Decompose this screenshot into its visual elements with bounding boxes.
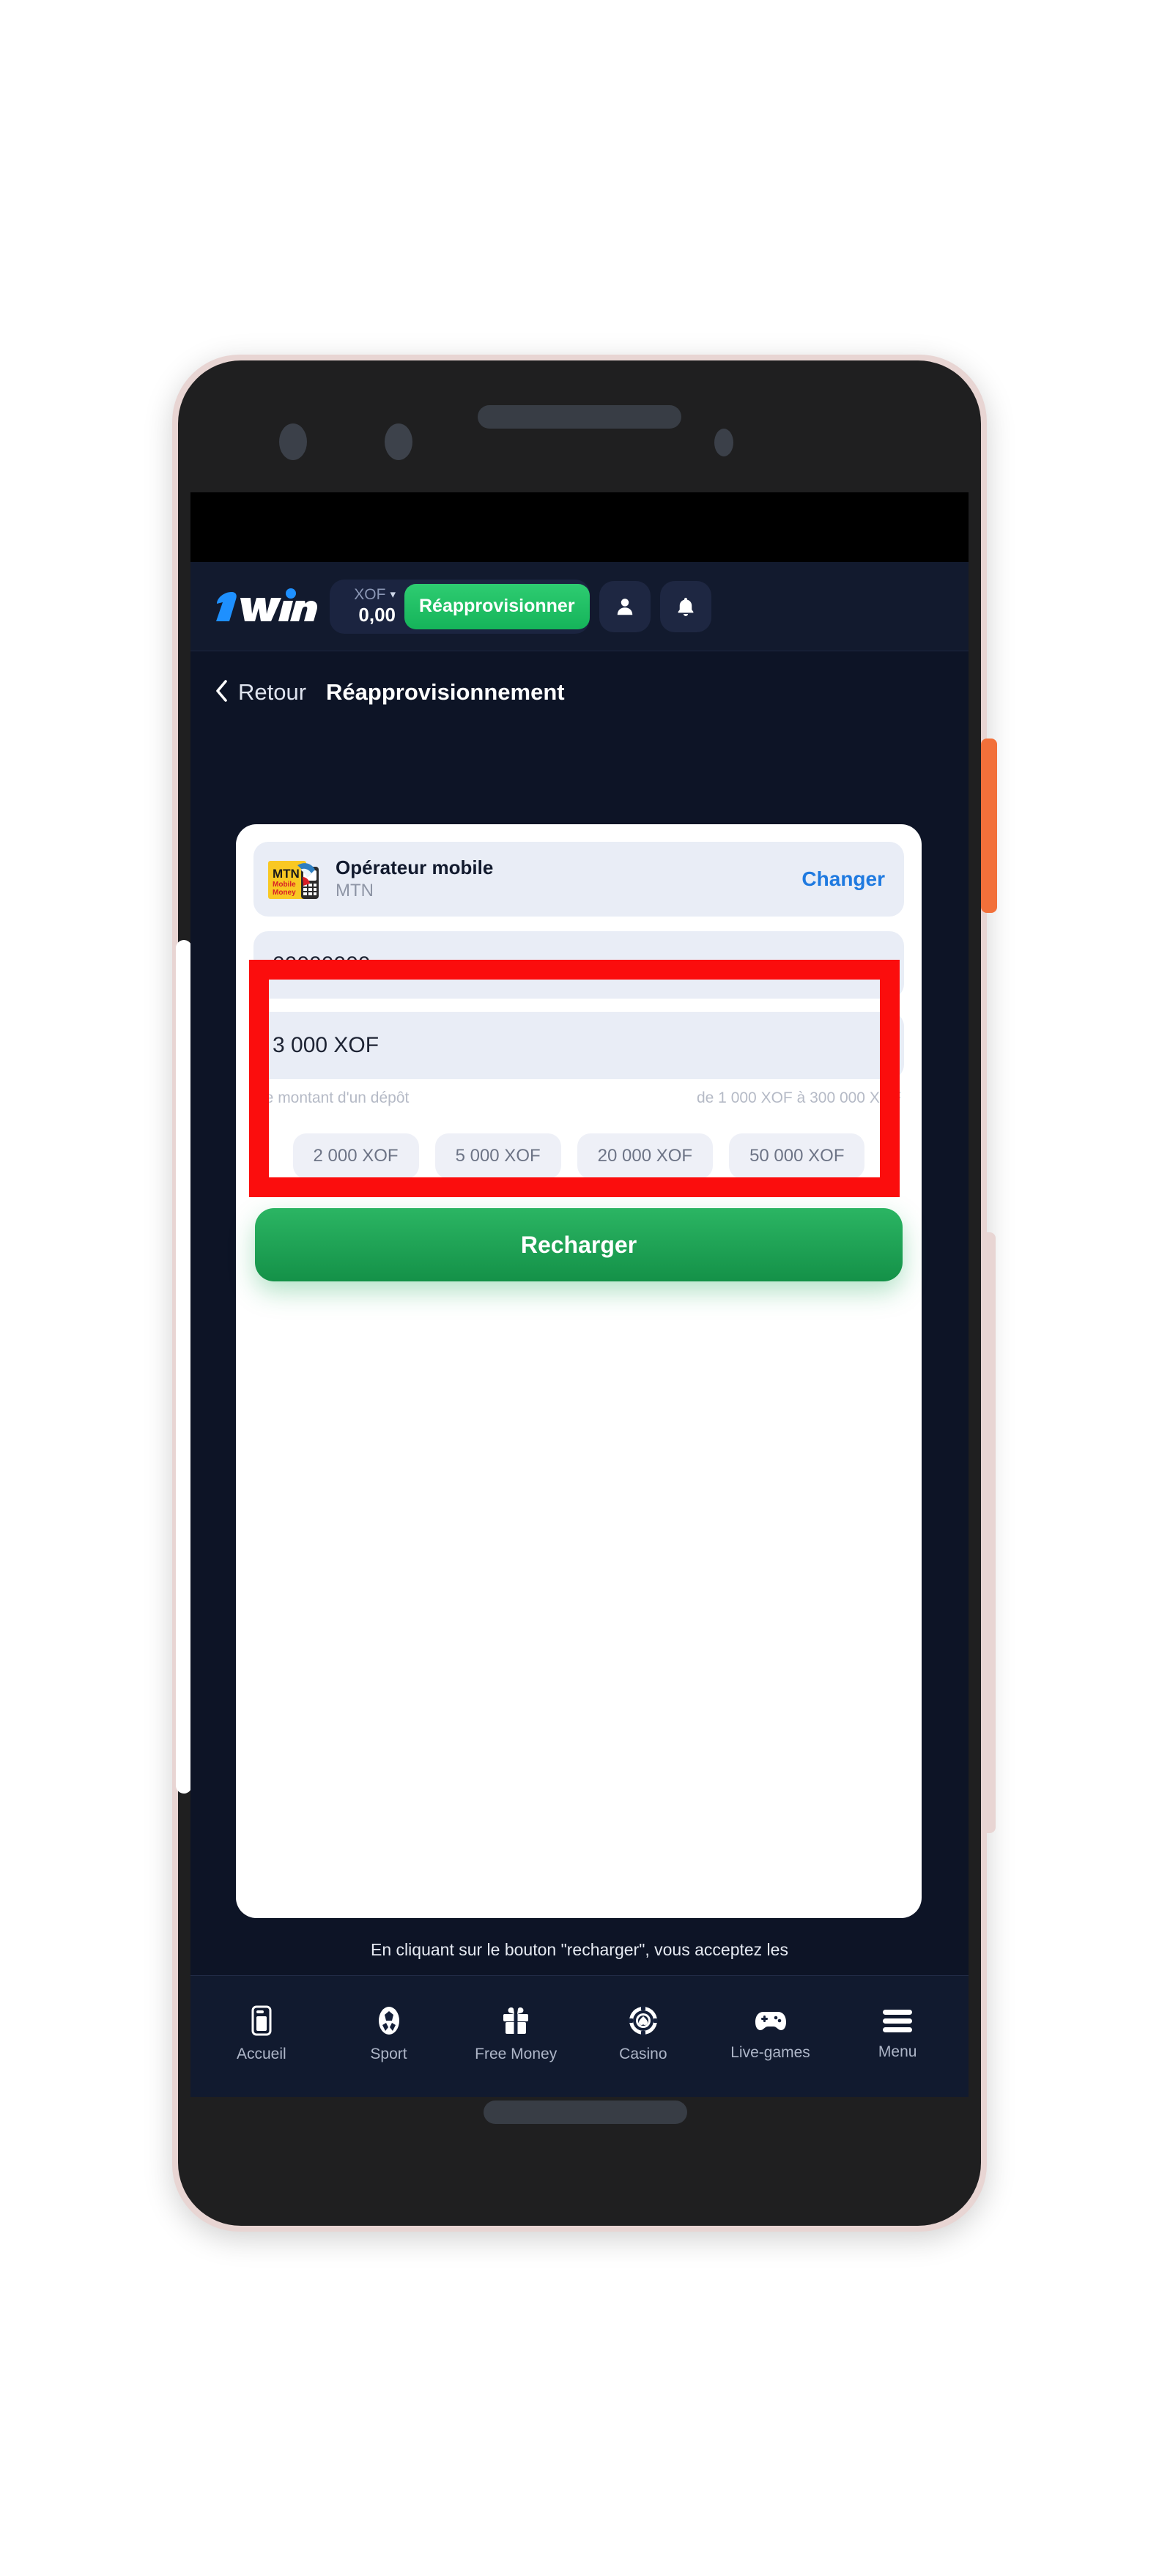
hamburger-menu-icon <box>881 2007 914 2035</box>
quick-amount-chip[interactable]: 2 000 XOF <box>292 1133 419 1179</box>
svg-text:MTN: MTN <box>273 867 300 881</box>
back-navigation-bar: Retour Réapprovisionnement <box>190 651 969 733</box>
front-camera-secondary-icon <box>385 423 412 460</box>
deposit-button[interactable]: Réapprovisionner <box>404 583 590 629</box>
1win-logo[interactable] <box>210 588 319 626</box>
quick-amount-chips: 2 000 XOF 5 000 XOF 20 000 XOF 50 000 XO… <box>253 1133 904 1179</box>
submit-row: Recharger <box>253 1208 904 1281</box>
home-card-icon <box>247 2005 276 2037</box>
chevron-left-icon <box>214 679 229 706</box>
svg-text:Mobile: Mobile <box>273 881 296 889</box>
nav-label: Live-games <box>730 2043 810 2061</box>
change-operator-link[interactable]: Changer <box>801 867 885 891</box>
amount-hint-row: Le montant d'un dépôt de 1 000 XOF à 300… <box>253 1089 904 1107</box>
operator-title: Opérateur mobile <box>336 856 494 879</box>
operator-selector-row[interactable]: MTN Mobile Money Opérateur mobile MTN Ch… <box>253 842 904 917</box>
status-bar <box>190 492 969 562</box>
notifications-button[interactable] <box>659 580 711 632</box>
amount-hint-label: Le montant d'un dépôt <box>256 1089 410 1106</box>
balance-column: XOF ▾ 0,00 <box>341 587 404 626</box>
bell-icon <box>675 596 697 618</box>
deposit-fields-group: 00000000 3 000 XOF Le montant d'un dépôt… <box>253 931 904 1107</box>
mtn-mobile-money-logo-icon: MTN Mobile Money <box>267 855 324 903</box>
operator-subtitle: MTN <box>336 880 374 900</box>
quick-amount-chip[interactable]: 5 000 XOF <box>434 1133 561 1179</box>
user-icon <box>614 596 636 618</box>
balance-amount: 0,00 <box>358 603 396 626</box>
nav-item-sport[interactable]: Sport <box>325 2005 453 2063</box>
currency-label: XOF <box>354 585 386 603</box>
gamepad-icon <box>753 2006 788 2035</box>
bottom-speaker-grille <box>484 2101 687 2124</box>
back-label: Retour <box>238 679 307 705</box>
nav-label: Sport <box>370 2045 407 2062</box>
gift-icon <box>500 2005 532 2037</box>
profile-button[interactable] <box>599 580 651 632</box>
balance-pill[interactable]: XOF ▾ 0,00 Réapprovisionner <box>330 579 590 634</box>
nav-item-live-games[interactable]: Live-games <box>707 2006 834 2062</box>
bottom-navigation-bar: Accueil Sport Free Money Casino Live-gam… <box>190 1975 969 2097</box>
nav-label: Menu <box>878 2043 917 2060</box>
phone-number-input[interactable]: 00000000 <box>253 931 904 999</box>
svg-text:Money: Money <box>273 889 296 897</box>
page-title: Réapprovisionnement <box>326 679 565 705</box>
nav-item-accueil[interactable]: Accueil <box>198 2005 325 2063</box>
amount-input[interactable]: 3 000 XOF <box>253 1012 904 1079</box>
proximity-sensor-icon <box>714 429 733 456</box>
nav-item-menu[interactable]: Menu <box>834 2007 961 2061</box>
quick-amount-chip[interactable]: 20 000 XOF <box>577 1133 714 1179</box>
terms-notice: En cliquant sur le bouton "recharger", v… <box>371 1940 788 1959</box>
power-button[interactable] <box>981 739 997 913</box>
operator-text-group: Opérateur mobile MTN <box>336 856 801 901</box>
quick-amount-chip[interactable]: 50 000 XOF <box>729 1133 865 1179</box>
app-header: XOF ▾ 0,00 Réapprovisionner <box>190 562 969 651</box>
deposit-card: MTN Mobile Money Opérateur mobile MTN Ch… <box>236 824 922 1918</box>
back-button[interactable]: Retour <box>214 679 306 706</box>
nav-label: Free Money <box>475 2045 558 2062</box>
football-icon <box>374 2005 404 2037</box>
earpiece-speaker <box>478 405 681 429</box>
recharge-button[interactable]: Recharger <box>255 1208 903 1281</box>
casino-chip-icon <box>627 2005 659 2037</box>
chevron-down-icon[interactable]: ▾ <box>390 589 396 600</box>
nav-label: Accueil <box>236 2045 286 2062</box>
screen-left-edge-highlight <box>176 940 192 1794</box>
nav-label: Casino <box>619 2045 667 2062</box>
phone-screen: XOF ▾ 0,00 Réapprovisionner Retour Réapp… <box>190 492 969 2097</box>
amount-range-label: de 1 000 XOF à 300 000 XOF <box>696 1089 901 1106</box>
volume-rocker-button[interactable] <box>981 1232 996 1833</box>
currency-selector[interactable]: XOF ▾ <box>354 587 396 602</box>
front-camera-icon <box>279 423 307 460</box>
nav-item-free-money[interactable]: Free Money <box>452 2005 580 2063</box>
nav-item-casino[interactable]: Casino <box>580 2005 707 2063</box>
